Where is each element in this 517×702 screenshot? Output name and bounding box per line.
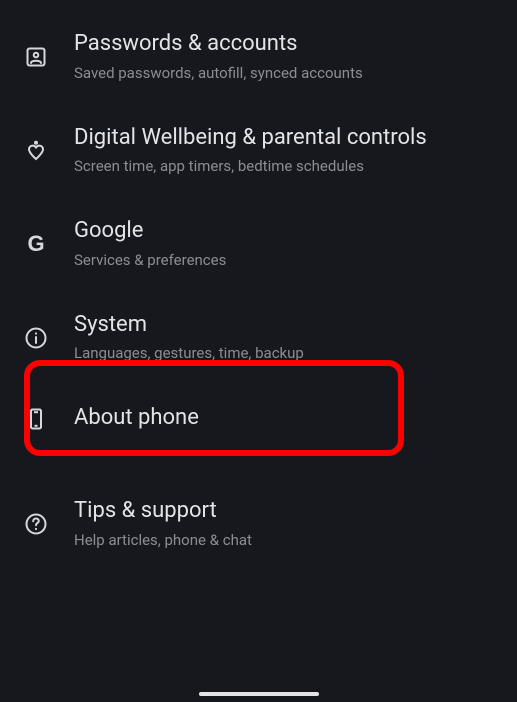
settings-item-tips[interactable]: Tips & support Help articles, phone & ch… bbox=[0, 479, 517, 569]
settings-item-subtitle: Help articles, phone & chat bbox=[74, 530, 493, 551]
settings-item-subtitle: Languages, gestures, time, backup bbox=[74, 343, 493, 364]
settings-item-wellbeing[interactable]: Digital Wellbeing & parental controls Sc… bbox=[0, 104, 517, 198]
google-icon: G bbox=[24, 232, 48, 256]
navigation-home-pill[interactable] bbox=[199, 692, 319, 696]
account-box-icon bbox=[24, 45, 48, 69]
settings-item-text: System Languages, gestures, time, backup bbox=[74, 311, 493, 365]
settings-item-text: Digital Wellbeing & parental controls Sc… bbox=[74, 124, 493, 178]
phone-device-icon bbox=[24, 407, 48, 431]
settings-item-subtitle: Screen time, app timers, bedtime schedul… bbox=[74, 156, 493, 177]
info-icon bbox=[24, 326, 48, 350]
settings-item-title: Digital Wellbeing & parental controls bbox=[74, 124, 493, 153]
settings-item-google[interactable]: G Google Services & preferences bbox=[0, 197, 517, 291]
settings-item-about[interactable]: About phone bbox=[0, 384, 517, 453]
settings-item-text: Passwords & accounts Saved passwords, au… bbox=[74, 30, 493, 84]
help-icon bbox=[24, 512, 48, 536]
settings-item-subtitle: Services & preferences bbox=[74, 250, 493, 271]
settings-item-title: Google bbox=[74, 217, 493, 246]
settings-item-text: About phone bbox=[74, 404, 493, 433]
settings-item-text: Tips & support Help articles, phone & ch… bbox=[74, 497, 493, 551]
settings-item-title: Tips & support bbox=[74, 497, 493, 526]
settings-item-title: System bbox=[74, 311, 493, 340]
settings-item-title: About phone bbox=[74, 404, 493, 433]
settings-list: Passwords & accounts Saved passwords, au… bbox=[0, 0, 517, 579]
settings-item-text: Google Services & preferences bbox=[74, 217, 493, 271]
settings-item-passwords[interactable]: Passwords & accounts Saved passwords, au… bbox=[0, 10, 517, 104]
settings-item-system[interactable]: System Languages, gestures, time, backup bbox=[0, 291, 517, 385]
settings-item-title: Passwords & accounts bbox=[74, 30, 493, 59]
wellbeing-heart-icon bbox=[24, 138, 48, 162]
settings-item-subtitle: Saved passwords, autofill, synced accoun… bbox=[74, 63, 493, 84]
